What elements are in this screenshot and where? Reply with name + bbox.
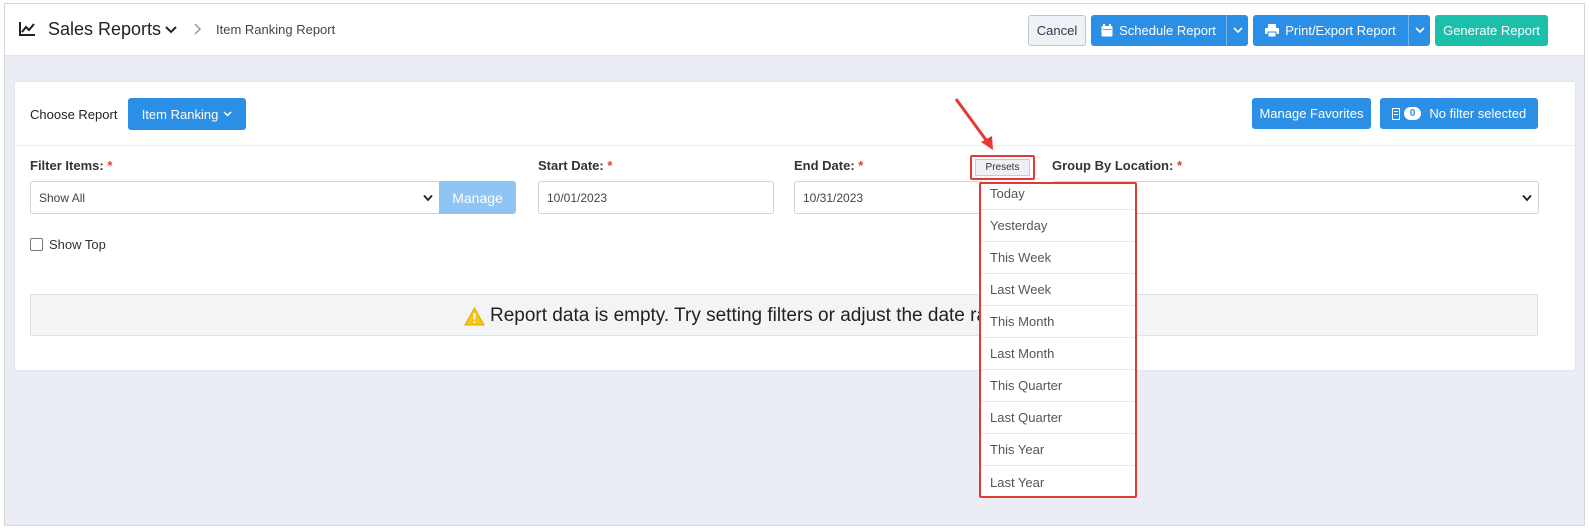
start-date-label-text: Start Date: (538, 158, 604, 173)
chevron-right-icon (194, 23, 202, 35)
preset-item-label: Last Year (990, 474, 1045, 490)
filter-items-label-text: Filter Items: (30, 158, 104, 173)
end-date-input[interactable]: 10/31/2023 (794, 181, 984, 214)
preset-item-today[interactable]: Today (981, 178, 1135, 210)
empty-report-alert: Report data is empty. Try setting filter… (30, 294, 1538, 336)
required-mark: * (1176, 158, 1183, 173)
preset-item-this-year[interactable]: This Year (981, 434, 1135, 466)
top-bar: Sales Reports Item Ranking Report Cancel… (5, 4, 1584, 56)
preset-item-last-quarter[interactable]: Last Quarter (981, 402, 1135, 434)
preset-item-this-month[interactable]: This Month (981, 306, 1135, 338)
preset-item-label: This Year (990, 442, 1045, 457)
schedule-report-label: Schedule Report (1119, 23, 1216, 38)
show-top-checkbox[interactable] (30, 238, 43, 251)
filter-count-badge: 0 (1403, 107, 1422, 120)
start-date-input[interactable]: 10/01/2023 (538, 181, 774, 214)
chevron-down-icon (223, 111, 232, 117)
annotation-arrow-icon (954, 98, 993, 150)
end-date-label: End Date: * (794, 158, 863, 173)
filter-list-icon (1391, 107, 1400, 120)
warning-icon (464, 306, 485, 325)
show-top-label: Show Top (49, 237, 106, 252)
filter-items-label: Filter Items: * (30, 158, 112, 173)
report-select-label: Item Ranking (141, 106, 219, 122)
generate-report-button[interactable]: Generate Report (1435, 15, 1548, 46)
preset-item-label: Yesterday (990, 218, 1048, 233)
schedule-dropdown-toggle[interactable] (1226, 15, 1248, 46)
presets-button-highlight[interactable]: Presets (970, 155, 1035, 180)
print-export-main[interactable]: Print/Export Report (1253, 15, 1408, 46)
required-mark: * (107, 158, 113, 173)
empty-report-text: Report data is empty. Try setting filter… (490, 305, 988, 326)
schedule-report-button[interactable]: Schedule Report (1091, 15, 1248, 46)
filter-selection-button[interactable]: 0 No filter selected (1380, 98, 1538, 129)
report-select-button[interactable]: Item Ranking (128, 98, 246, 130)
presets-button-label: Presets (985, 162, 1020, 173)
presets-menu: Today Yesterday This Week Last Week This… (979, 182, 1137, 498)
preset-item-label: Today (990, 186, 1025, 201)
end-date-value: 10/31/2023 (803, 190, 864, 205)
preset-item-last-year[interactable]: Last Year (981, 466, 1135, 498)
required-mark: * (607, 158, 613, 173)
calendar-icon (1101, 24, 1113, 37)
schedule-report-main[interactable]: Schedule Report (1091, 15, 1226, 46)
chevron-down-icon[interactable] (165, 25, 177, 35)
start-date-value: 10/01/2023 (547, 190, 608, 205)
manage-button[interactable]: Manage (439, 181, 516, 214)
end-date-label-text: End Date: (794, 158, 855, 173)
preset-item-label: Last Quarter (990, 410, 1063, 425)
start-date-label: Start Date: * (538, 158, 612, 173)
report-card: Choose Report Item Ranking Manage Favori… (14, 81, 1576, 371)
preset-item-label: Last Week (990, 282, 1052, 297)
manage-button-label: Manage (452, 189, 503, 206)
preset-item-label: This Week (990, 250, 1052, 265)
breadcrumb: Item Ranking Report (216, 22, 336, 37)
generate-report-label: Generate Report (1443, 23, 1540, 38)
preset-item-label: This Quarter (990, 378, 1063, 393)
preset-item-label: Last Month (990, 346, 1055, 361)
line-chart-icon (19, 22, 35, 36)
group-by-location-label-text: Group By Location: (1052, 158, 1174, 173)
app-title[interactable]: Sales Reports (48, 19, 161, 40)
preset-item-yesterday[interactable]: Yesterday (981, 210, 1135, 242)
print-export-label: Print/Export Report (1285, 23, 1396, 38)
group-by-location-label: Group By Location: * (1052, 158, 1182, 173)
presets-button[interactable]: Presets (975, 159, 1030, 176)
print-export-button[interactable]: Print/Export Report (1253, 15, 1430, 46)
chevron-down-icon (1232, 27, 1243, 34)
filter-items-select[interactable]: Show All (30, 181, 440, 214)
report-card-header: Choose Report Item Ranking Manage Favori… (15, 82, 1575, 146)
required-mark: * (858, 158, 864, 173)
app-window: Sales Reports Item Ranking Report Cancel… (4, 3, 1585, 526)
chevron-down-icon (423, 194, 433, 202)
manage-favorites-button[interactable]: Manage Favorites (1252, 98, 1371, 129)
empty-report-message: Report data is empty. Try setting filter… (464, 305, 987, 327)
choose-report-label: Choose Report (30, 107, 118, 122)
chevron-down-icon (1522, 194, 1532, 202)
printer-icon (1265, 24, 1280, 37)
cancel-button-label: Cancel (1036, 23, 1078, 38)
preset-item-last-month[interactable]: Last Month (981, 338, 1135, 370)
manage-favorites-label: Manage Favorites (1259, 106, 1364, 121)
preset-item-last-week[interactable]: Last Week (981, 274, 1135, 306)
filter-items-value: Show All (39, 190, 86, 205)
cancel-button[interactable]: Cancel (1028, 15, 1086, 46)
filter-selection-label: No filter selected (1429, 106, 1527, 121)
preset-item-this-week[interactable]: This Week (981, 242, 1135, 274)
preset-item-this-quarter[interactable]: This Quarter (981, 370, 1135, 402)
chevron-down-icon (1414, 27, 1425, 34)
preset-item-label: This Month (990, 314, 1055, 329)
print-dropdown-toggle[interactable] (1408, 15, 1430, 46)
